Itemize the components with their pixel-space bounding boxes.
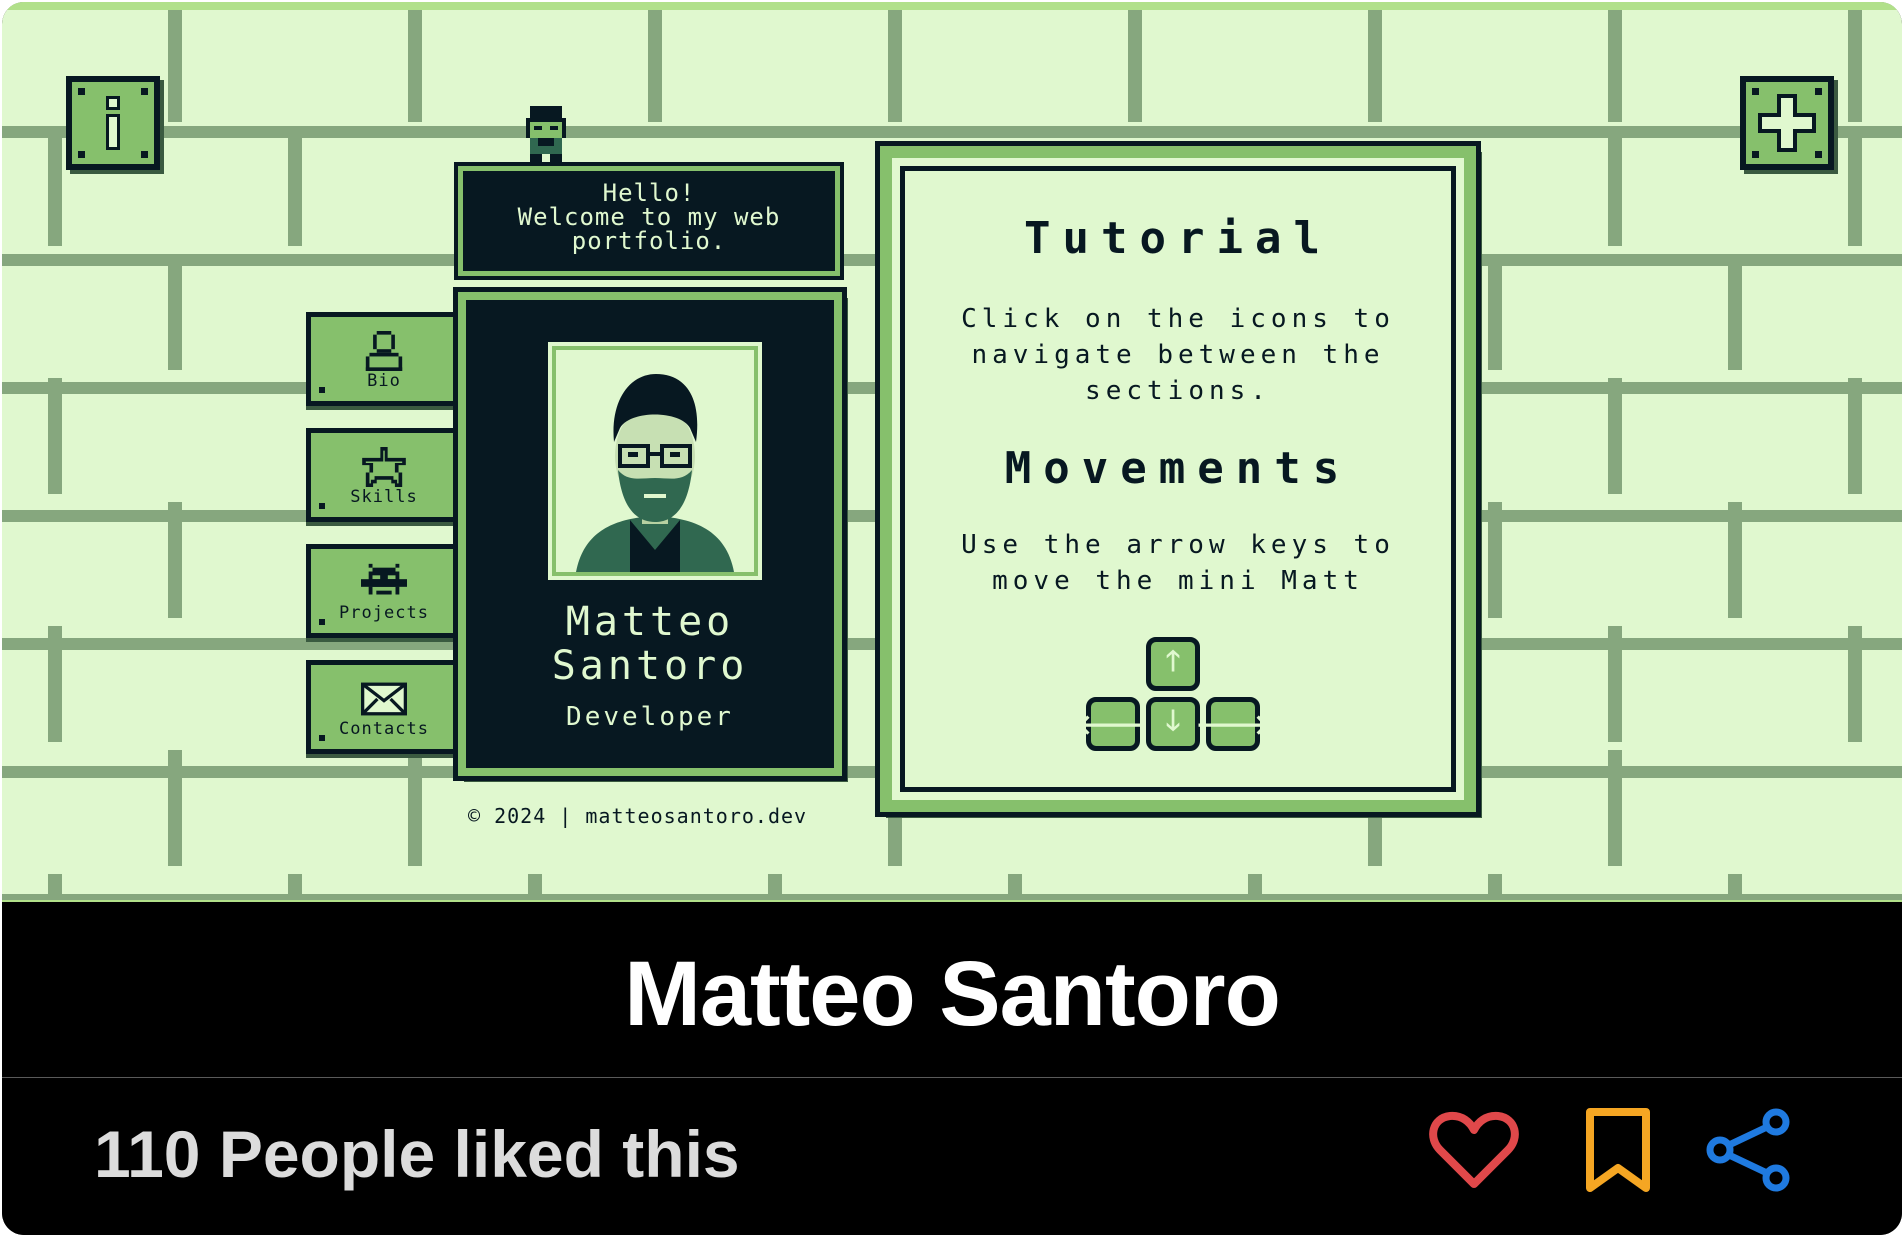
nav-tab-label: Projects bbox=[339, 603, 429, 623]
game-button[interactable] bbox=[1740, 76, 1834, 170]
arrow-left-icon: 🡐 bbox=[1075, 708, 1151, 741]
card-title: Matteo Santoro bbox=[624, 943, 1281, 1045]
info-button[interactable] bbox=[66, 76, 160, 170]
tutorial-line-1: Click on the icons to bbox=[961, 304, 1395, 334]
movements-line-1: Use the arrow keys to bbox=[961, 530, 1395, 560]
profile-card: Matteo Santoro Developer bbox=[453, 287, 847, 781]
tutorial-line-2: navigate between the bbox=[971, 340, 1385, 370]
person-icon bbox=[365, 331, 403, 371]
welcome-speech-bubble: Hello! Welcome to my web portfolio. bbox=[454, 162, 844, 280]
speech-line-2: Welcome to my web bbox=[517, 203, 781, 231]
profile-role: Developer bbox=[566, 702, 734, 732]
dpad-icon bbox=[1758, 94, 1816, 152]
avatar-portrait bbox=[576, 374, 734, 572]
arrow-down-icon: 🡓 bbox=[1165, 704, 1181, 737]
tutorial-line-3: sections. bbox=[1085, 376, 1271, 406]
nav-tab-skills[interactable]: Skills bbox=[306, 428, 462, 522]
arrow-up-icon: 🡑 bbox=[1165, 644, 1181, 677]
arrow-down-key[interactable]: 🡓 bbox=[1146, 697, 1200, 751]
heart-icon[interactable] bbox=[1424, 1100, 1524, 1200]
nav-tab-label: Bio bbox=[367, 371, 401, 391]
share-icon[interactable] bbox=[1698, 1100, 1798, 1200]
profile-name: Matteo Santoro bbox=[466, 600, 834, 688]
info-icon bbox=[106, 96, 120, 150]
movements-text: Use the arrow keys to move the mini Matt bbox=[905, 527, 1451, 599]
likes-count: 110 People liked this bbox=[94, 1117, 740, 1191]
card-title-bar: Matteo Santoro bbox=[2, 902, 1902, 1078]
speech-line-3: portfolio. bbox=[571, 227, 727, 255]
movements-line-2: move the mini Matt bbox=[992, 566, 1364, 596]
profile-first-name: Matteo bbox=[565, 599, 735, 645]
card-footer: 110 People liked this bbox=[2, 1078, 1902, 1235]
tutorial-heading: Tutorial bbox=[1024, 213, 1332, 264]
arrow-right-icon: 🡒 bbox=[1195, 708, 1271, 741]
profile-last-name: Santoro bbox=[551, 643, 749, 689]
speech-line-1: Hello! bbox=[602, 179, 696, 207]
nav-tab-bio[interactable]: Bio bbox=[306, 312, 462, 406]
portfolio-screenshot: Hello! Welcome to my web portfolio. Bio … bbox=[2, 2, 1902, 902]
nav-tab-label: Skills bbox=[350, 487, 418, 507]
invader-icon bbox=[361, 563, 407, 595]
arrow-left-key[interactable]: 🡐 bbox=[1075, 697, 1151, 751]
mini-matt-sprite[interactable] bbox=[518, 106, 574, 162]
nav-tab-contacts[interactable]: Contacts bbox=[306, 660, 462, 754]
portfolio-card: Hello! Welcome to my web portfolio. Bio … bbox=[2, 2, 1902, 1235]
nav-tab-projects[interactable]: Projects bbox=[306, 544, 462, 638]
bookmark-icon[interactable] bbox=[1568, 1100, 1668, 1200]
copyright-note: © 2024 | matteosantoro.dev bbox=[468, 804, 808, 828]
tutorial-text: Click on the icons to navigate between t… bbox=[905, 301, 1451, 409]
arrow-up-key[interactable]: 🡑 bbox=[1146, 637, 1200, 691]
star-icon bbox=[362, 447, 406, 487]
nav-tab-label: Contacts bbox=[339, 719, 429, 739]
movements-heading: Movements bbox=[1004, 443, 1352, 494]
envelope-icon bbox=[361, 682, 407, 716]
arrow-right-key[interactable]: 🡒 bbox=[1195, 697, 1271, 751]
tutorial-panel: Tutorial Click on the icons to navigate … bbox=[875, 141, 1481, 817]
profile-avatar bbox=[548, 342, 762, 580]
